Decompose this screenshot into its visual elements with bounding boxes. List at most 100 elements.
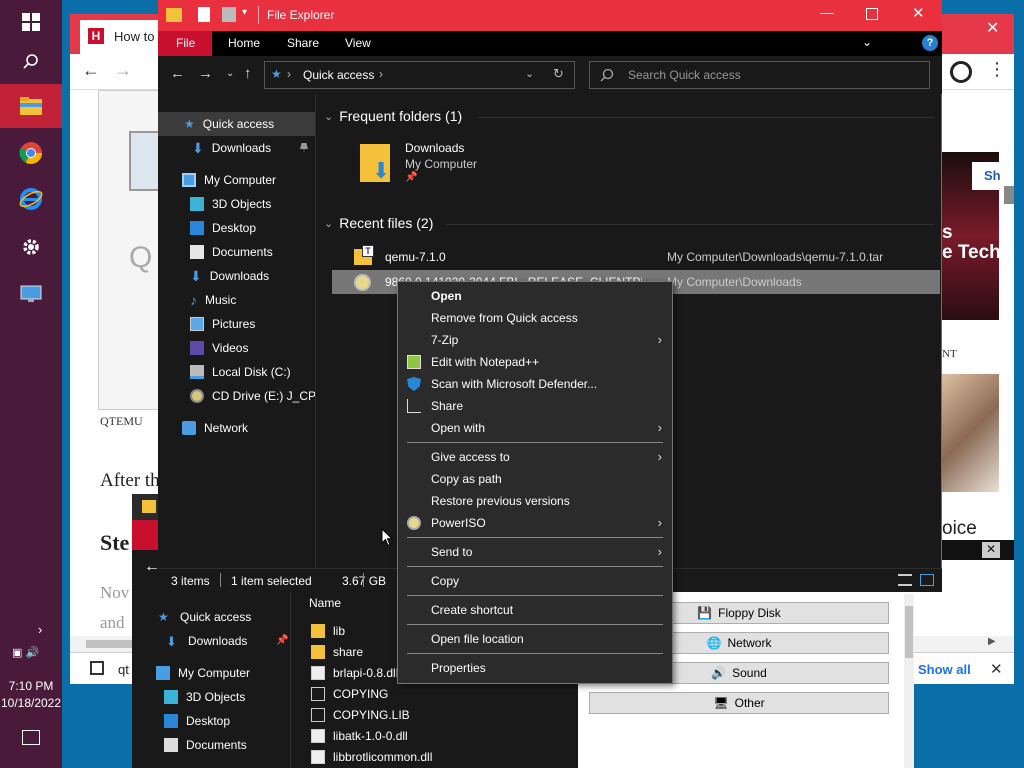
- address-dropdown-icon[interactable]: ⌄: [525, 67, 534, 80]
- customize-toolbar-icon[interactable]: ▾: [242, 7, 247, 18]
- tab-share[interactable]: Share: [287, 36, 319, 50]
- menu-item-copy-as-path[interactable]: Copy as path: [398, 468, 672, 490]
- menu-item-poweriso[interactable]: PowerISO ›: [398, 512, 672, 534]
- menu-item-share[interactable]: Share: [398, 395, 672, 417]
- sidebar-item-downloads-pinned[interactable]: ⬇ Downloads: [158, 136, 315, 160]
- menu-item-7zip[interactable]: 7-Zip ›: [398, 329, 672, 351]
- sidebar-item-documents[interactable]: Documents: [158, 240, 315, 264]
- taskbar-chrome[interactable]: [0, 131, 62, 175]
- download-filename[interactable]: qt: [118, 662, 129, 677]
- browser-forward-icon[interactable]: →: [114, 60, 132, 81]
- breadcrumb-chevron-icon[interactable]: ›: [379, 67, 383, 81]
- sidebar-item-3d-objects[interactable]: 3D Objects: [158, 192, 315, 216]
- sidebar2-my-computer[interactable]: My Computer: [156, 662, 250, 684]
- file-row[interactable]: COPYING: [311, 683, 388, 705]
- menu-item-send-to[interactable]: Send to ›: [398, 541, 672, 563]
- taskbar-remote-desktop[interactable]: [0, 272, 62, 316]
- file-row[interactable]: COPYING.LIB: [311, 704, 410, 726]
- browser-tab[interactable]: H How to: [80, 20, 170, 54]
- menu-item-create-shortcut[interactable]: Create shortcut: [398, 599, 672, 621]
- refresh-icon[interactable]: ↻: [553, 66, 564, 82]
- details-view-icon[interactable]: [898, 574, 912, 586]
- tab-view[interactable]: View: [345, 36, 371, 50]
- sidebar2-quick-access[interactable]: ★ Quick access: [158, 606, 251, 628]
- tab-home[interactable]: Home: [228, 36, 260, 50]
- minimize-icon[interactable]: —: [820, 4, 834, 20]
- sidebar2-desktop[interactable]: Desktop: [164, 710, 230, 732]
- taskbar-internet-explorer[interactable]: [0, 177, 62, 221]
- start-button[interactable]: [0, 0, 62, 44]
- new-folder-icon[interactable]: [222, 7, 236, 22]
- close-icon[interactable]: ✕: [912, 4, 925, 22]
- recent-files-header[interactable]: ⌄ Recent files (2): [324, 215, 433, 231]
- sidebar-button[interactable]: Sh: [972, 162, 1002, 190]
- options-scrollbar-thumb[interactable]: [905, 606, 913, 658]
- recent-locations-icon[interactable]: ⌄: [226, 68, 234, 79]
- sidebar2-documents[interactable]: Documents: [164, 734, 247, 756]
- ribbon-expand-icon[interactable]: ⌄: [862, 35, 872, 49]
- clock[interactable]: 7:10 PM 10/18/2022: [0, 678, 62, 712]
- search-button[interactable]: [0, 40, 62, 84]
- sidebar-item-downloads[interactable]: ⬇ Downloads: [158, 264, 315, 288]
- browser-menu-icon[interactable]: ⋮: [988, 59, 1006, 80]
- notification-close-icon[interactable]: ✕: [982, 542, 1000, 558]
- notifications-icon[interactable]: [22, 730, 40, 745]
- forward-arrow-icon[interactable]: →: [198, 65, 213, 82]
- other-button[interactable]: 🖥 Other: [589, 692, 889, 714]
- menu-item-restore-versions[interactable]: Restore previous versions: [398, 490, 672, 512]
- breadcrumb-quick-access[interactable]: Quick access: [303, 68, 374, 82]
- tab-file-label[interactable]: File: [176, 36, 195, 50]
- show-all-button[interactable]: Show all: [918, 662, 971, 677]
- sidebar-item-desktop[interactable]: Desktop: [158, 216, 315, 240]
- menu-item-open-with[interactable]: Open with ›: [398, 417, 672, 439]
- menu-item-edit-notepad[interactable]: Edit with Notepad++: [398, 351, 672, 373]
- sidebar2-3d-objects[interactable]: 3D Objects: [164, 686, 245, 708]
- menu-item-properties[interactable]: Properties: [398, 657, 672, 679]
- file-row[interactable]: brlapi-0.8.dll: [311, 662, 398, 684]
- large-icons-view-icon[interactable]: [920, 574, 934, 586]
- frequent-folder-downloads[interactable]: ⬇ Downloads My Computer 📌: [356, 138, 516, 188]
- menu-item-remove-quick-access[interactable]: Remove from Quick access: [398, 307, 672, 329]
- sidebar-item-my-computer[interactable]: My Computer: [158, 168, 315, 192]
- browser-close-icon[interactable]: ✕: [986, 18, 999, 38]
- chevron-right-icon[interactable]: ›: [38, 622, 42, 637]
- recent-file-row[interactable]: T qemu-7.1.0 My Computer\Downloads\qemu-…: [332, 245, 940, 269]
- address-bar[interactable]: ★ › Quick access › ⌄ ↻: [264, 61, 575, 89]
- sidebar-item-network[interactable]: Network: [158, 416, 315, 440]
- properties-icon[interactable]: [198, 7, 210, 22]
- file-row[interactable]: libbrotlicommon.dll: [311, 746, 432, 768]
- menu-item-copy[interactable]: Copy: [398, 570, 672, 592]
- frequent-folders-header[interactable]: ⌄ Frequent folders (1): [324, 108, 462, 124]
- taskbar-file-explorer[interactable]: [0, 84, 62, 128]
- sidebar-item-local-disk[interactable]: Local Disk (C:): [158, 360, 315, 384]
- file-row[interactable]: share: [311, 641, 363, 663]
- browser-window-controls[interactable]: ✕: [940, 20, 1014, 40]
- maximize-icon[interactable]: [866, 8, 878, 20]
- menu-item-scan-defender[interactable]: Scan with Microsoft Defender...: [398, 373, 672, 395]
- file-row[interactable]: libatk-1.0-0.dll: [311, 725, 408, 747]
- up-arrow-icon[interactable]: ↑: [244, 65, 252, 82]
- menu-item-open[interactable]: Open: [398, 285, 672, 307]
- search-box[interactable]: Search Quick access: [589, 61, 930, 89]
- sidebar-item-pictures[interactable]: Pictures: [158, 312, 315, 336]
- file-row[interactable]: lib: [311, 620, 345, 642]
- scroll-right-icon[interactable]: ▶: [988, 636, 996, 647]
- back-arrow-icon[interactable]: ←: [170, 65, 185, 82]
- tray-icons[interactable]: ▣ 🔊: [12, 646, 52, 662]
- download-bar-close-icon[interactable]: ✕: [990, 660, 1003, 678]
- sidebar-item-music[interactable]: ♪ Music: [158, 288, 315, 312]
- explorer-titlebar[interactable]: ▾ File Explorer — ✕: [158, 0, 942, 31]
- sidebar-label: Pictures: [212, 317, 256, 331]
- sidebar-item-cd-drive[interactable]: CD Drive (E:) J_CPR/: [158, 384, 315, 408]
- taskbar-settings[interactable]: [0, 225, 62, 269]
- help-icon[interactable]: ?: [922, 35, 938, 51]
- sidebar2-downloads[interactable]: ⬇ Downloads: [166, 630, 247, 652]
- sidebar-item-videos[interactable]: Videos: [158, 336, 315, 360]
- extension-icon[interactable]: [950, 61, 972, 83]
- menu-item-open-file-location[interactable]: Open file location: [398, 628, 672, 650]
- browser-scrollbar-thumb[interactable]: [1004, 186, 1014, 204]
- sidebar-item-quick-access[interactable]: ★ Quick access: [158, 112, 315, 136]
- browser-back-icon[interactable]: ←: [82, 60, 100, 81]
- menu-item-give-access[interactable]: Give access to ›: [398, 446, 672, 468]
- options-scrollbar[interactable]: [904, 594, 914, 768]
